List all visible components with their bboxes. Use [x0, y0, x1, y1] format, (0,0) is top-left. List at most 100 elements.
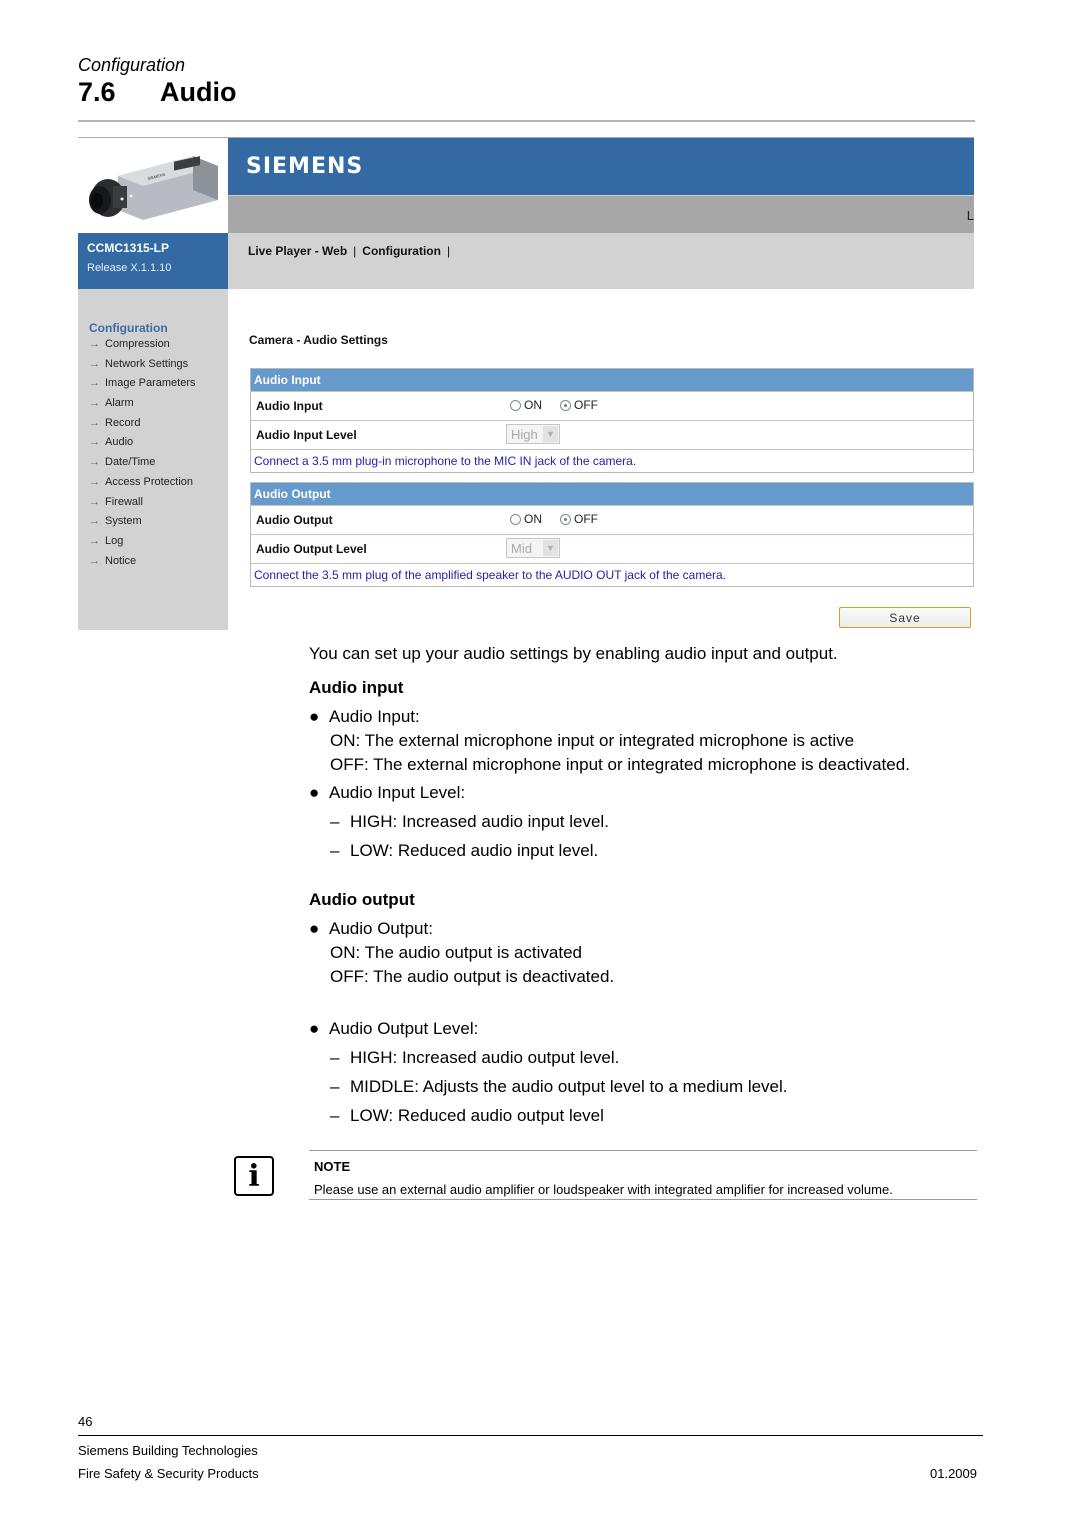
sidebar-item-audio[interactable]: → Audio — [89, 436, 195, 456]
list-item: – MIDDLE: Adjusts the audio output level … — [330, 1077, 788, 1096]
page-number: 46 — [78, 1414, 93, 1429]
audio-input-info-text: Connect a 3.5 mm plug-in microphone to t… — [254, 454, 637, 468]
footer-division: Fire Safety & Security Products — [78, 1466, 259, 1481]
audio-output-on-radio[interactable]: ON — [510, 512, 542, 526]
model-info: CCMC1315-LP Release X.1.1.10 — [78, 233, 228, 289]
list-item: – HIGH: Increased audio input level. — [330, 812, 609, 831]
output-off-description: OFF: The audio output is deactivated. — [330, 967, 615, 986]
model-name: CCMC1315-LP — [87, 241, 170, 255]
nav-separator: | — [446, 244, 451, 258]
arrow-right-icon: → — [89, 495, 100, 508]
audio-input-on-radio[interactable]: ON — [510, 398, 542, 412]
truncated-label: L — [966, 208, 974, 223]
arrow-right-icon: → — [89, 357, 100, 370]
dash-icon: – — [330, 1077, 340, 1096]
note-top-divider — [309, 1150, 977, 1151]
sidebar-item-system[interactable]: → System — [89, 515, 195, 535]
sidebar-item-access-protection[interactable]: → Access Protection — [89, 476, 195, 496]
arrow-right-icon: → — [89, 456, 100, 469]
arrow-right-icon: → — [89, 475, 100, 488]
input-on-description: ON: The external microphone input or int… — [330, 731, 855, 750]
note-label: NOTE — [314, 1159, 351, 1174]
info-icon: i — [234, 1156, 274, 1196]
chevron-down-icon: ▼ — [543, 540, 558, 556]
audio-input-panel: Audio Input Audio Input ON OFF Audio Inp… — [250, 368, 974, 473]
output-on-description: ON: The audio output is activated — [330, 943, 583, 962]
save-button[interactable]: Save — [839, 607, 971, 628]
list-item: – HIGH: Increased audio output level. — [330, 1048, 620, 1067]
audio-input-row: Audio Input ON OFF — [251, 391, 973, 420]
radio-checked-icon — [560, 399, 571, 411]
audio-input-off-radio[interactable]: OFF — [560, 398, 598, 412]
sidebar-item-alarm[interactable]: → Alarm — [89, 397, 195, 417]
sidebar-item-record[interactable]: → Record — [89, 417, 195, 437]
sidebar-menu: → Compression → Network Settings → Image Pa… — [89, 338, 195, 574]
footer-date: 01.2009 — [930, 1466, 977, 1481]
audio-output-level-label: Audio Output Level — [256, 542, 367, 556]
sidebar-item-date-time[interactable]: → Date/Time — [89, 456, 195, 476]
arrow-right-icon: → — [89, 554, 100, 567]
dash-icon: – — [330, 841, 340, 860]
bullet-icon: ● — [309, 919, 320, 938]
sidebar-item-firewall[interactable]: → Firewall — [89, 496, 195, 516]
nav-configuration[interactable]: Configuration — [362, 244, 441, 258]
camera-icon: SIEMENS — [89, 156, 218, 220]
nav-live-player[interactable]: Live Player - Web — [248, 244, 347, 258]
arrow-right-icon: → — [89, 534, 100, 547]
sidebar-item-notice[interactable]: → Notice — [89, 555, 195, 575]
camera-image: SIEMENS — [78, 138, 228, 233]
input-off-description: OFF: The external microphone input or in… — [330, 755, 910, 774]
audio-input-heading: Audio input — [309, 678, 404, 697]
list-item: – LOW: Reduced audio input level. — [330, 841, 599, 860]
brand-header: SIEMENS — [228, 138, 974, 195]
arrow-right-icon: → — [89, 397, 100, 410]
section-number: 7.6 — [78, 77, 116, 107]
bullet-icon: ● — [309, 707, 320, 726]
audio-output-level-select[interactable]: Mid ▼ — [506, 538, 560, 558]
dash-icon: – — [330, 1048, 340, 1067]
web-ui-screenshot: SIEMENS SIEMENS L CCMC1315-LP Release X.… — [78, 137, 974, 630]
top-nav: Live Player - Web | Configuration | — [228, 233, 974, 289]
audio-output-panel-header: Audio Output — [251, 483, 973, 505]
list-item: ● Audio Input: — [309, 707, 420, 726]
audio-output-off-radio[interactable]: OFF — [560, 512, 598, 526]
audio-output-panel: Audio Output Audio Output ON OFF Audio O… — [250, 482, 974, 587]
header-divider — [78, 120, 975, 122]
arrow-right-icon: → — [89, 436, 100, 449]
bullet-icon: ● — [309, 783, 320, 802]
audio-input-panel-header: Audio Input — [251, 369, 973, 391]
settings-page-title: Camera - Audio Settings — [249, 333, 388, 347]
breadcrumb: Configuration — [78, 55, 186, 75]
audio-output-info-text: Connect the 3.5 mm plug of the amplified… — [254, 568, 727, 582]
arrow-right-icon: → — [89, 377, 100, 390]
note-text: Please use an external audio amplifier o… — [314, 1182, 893, 1197]
dash-icon: – — [330, 812, 340, 831]
list-item: ● Audio Input Level: — [309, 783, 466, 802]
section-title-text: Audio — [160, 77, 237, 107]
bullet-icon: ● — [309, 1019, 320, 1038]
siemens-logo: SIEMENS — [246, 154, 364, 179]
release-version: Release X.1.1.10 — [87, 262, 172, 274]
audio-input-level-row: Audio Input Level High ▼ — [251, 420, 973, 449]
sidebar-item-log[interactable]: → Log — [89, 535, 195, 555]
audio-input-level-select[interactable]: High ▼ — [506, 424, 560, 444]
audio-output-level-row: Audio Output Level Mid ▼ — [251, 534, 973, 563]
sidebar-heading[interactable]: Configuration — [89, 321, 168, 335]
audio-output-label: Audio Output — [256, 513, 333, 527]
radio-unchecked-icon — [510, 399, 521, 411]
radio-checked-icon — [560, 513, 571, 525]
audio-output-heading: Audio output — [309, 890, 415, 909]
intro-text: You can set up your audio settings by en… — [309, 644, 838, 663]
arrow-right-icon: → — [89, 338, 100, 350]
sidebar-item-network-settings[interactable]: → Network Settings — [89, 358, 195, 378]
sidebar-item-compression[interactable]: → Compression — [89, 338, 195, 358]
note-bottom-divider — [309, 1199, 977, 1200]
list-item: ● Audio Output Level: — [309, 1019, 479, 1038]
audio-output-row: Audio Output ON OFF — [251, 505, 973, 534]
audio-input-level-label: Audio Input Level — [256, 428, 357, 442]
footer-divider — [78, 1435, 983, 1436]
chevron-down-icon: ▼ — [543, 426, 558, 442]
audio-output-info-row: Connect the 3.5 mm plug of the amplified… — [251, 563, 973, 586]
sidebar-item-image-parameters[interactable]: → Image Parameters — [89, 377, 195, 397]
list-item: – LOW: Reduced audio output level — [330, 1106, 604, 1125]
